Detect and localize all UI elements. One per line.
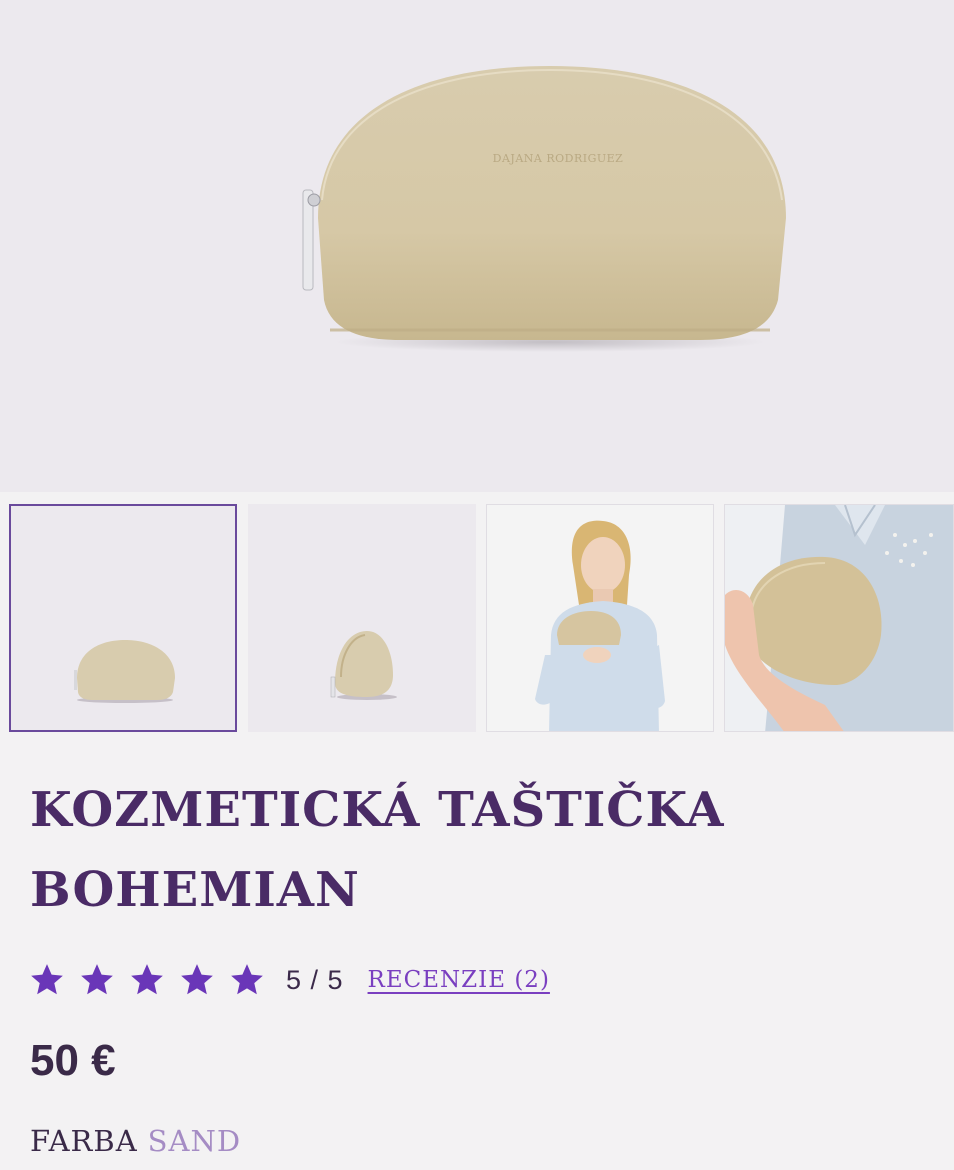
bag-main-illustration: DAJANA RODRIGUEZ [302,66,786,352]
star-icon [231,964,263,995]
star-icon [81,964,113,995]
svg-text:DAJANA RODRIGUEZ: DAJANA RODRIGUEZ [493,152,624,165]
thumbnail-front-view[interactable] [9,504,237,732]
thumbnail-closeup-holding[interactable] [724,504,954,732]
product-title: KOZMETICKÁ TAŠTIČKA BOHEMIAN [30,782,725,918]
product-price: 50 € [30,1036,116,1085]
reviews-link[interactable]: RECENZIE (2) [368,967,550,993]
star-icon [181,964,213,995]
thumbnail-model-holding[interactable] [486,504,714,732]
rating-score: 5 / 5 [286,964,344,995]
bag-side-thumb [330,631,397,700]
closeup-holding-thumb [725,505,953,731]
thumbnail-side-view[interactable] [248,504,476,732]
thumbnail-gallery [0,492,954,740]
bag-front-thumb [74,640,175,703]
star-icon [131,964,163,995]
product-rating: 5 / 5 RECENZIE (2) [28,958,550,1002]
color-value: SAND [147,1124,242,1158]
rating-stars [28,961,278,999]
model-holding-thumb [535,520,665,731]
product-color: FARBA SAND [30,1124,241,1158]
product-main-image[interactable]: DAJANA RODRIGUEZ [0,0,954,492]
color-label: FARBA [30,1124,138,1158]
star-icon [31,964,63,995]
